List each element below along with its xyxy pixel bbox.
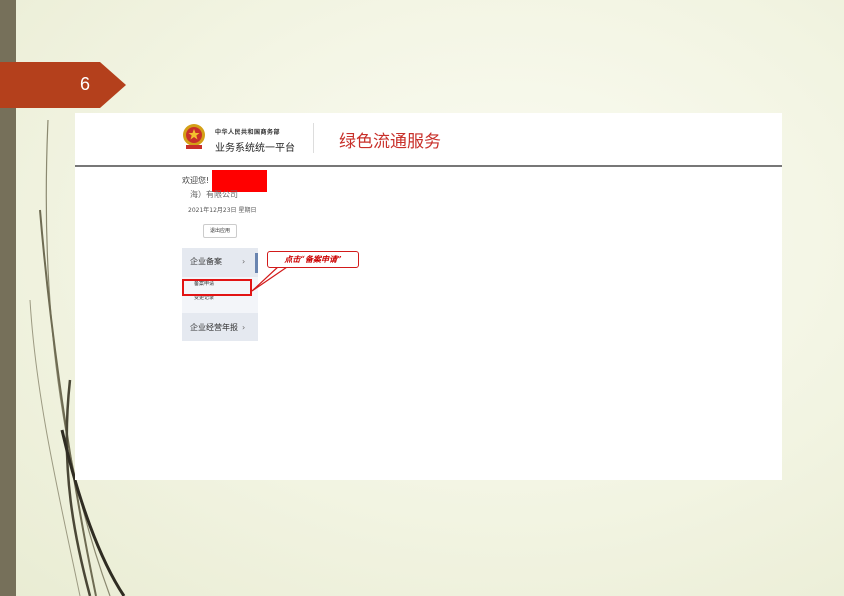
national-emblem-icon (183, 124, 205, 149)
header-divider (313, 123, 314, 153)
sidebar-item-enterprise-filing[interactable]: 企业备案 › (182, 250, 258, 274)
highlight-box (182, 279, 252, 296)
slide-number: 6 (80, 74, 91, 94)
header-bar: 中华人民共和国商务部 业务系统统一平台 绿色流通服务 (75, 113, 782, 167)
sidebar-item-label: 企业经营年报 (190, 323, 238, 332)
chevron-right-icon: › (242, 257, 246, 266)
slide-number-arrow (0, 62, 126, 108)
app-screenshot: 中华人民共和国商务部 业务系统统一平台 绿色流通服务 欢迎您! 海）有限公司 2… (75, 113, 782, 480)
sidebar-item-annual-report[interactable]: 企业经营年报 › (182, 316, 258, 340)
chevron-right-icon: › (242, 323, 246, 332)
current-date: 2021年12月23日 星期日 (188, 207, 257, 214)
company-name: 海）有限公司 (190, 190, 238, 199)
ministry-name: 中华人民共和国商务部 (215, 129, 281, 136)
active-indicator (255, 253, 258, 273)
service-title: 绿色流通服务 (339, 132, 441, 152)
welcome-text: 欢迎您! (182, 176, 210, 185)
platform-name: 业务系统统一平台 (215, 143, 295, 154)
callout-annotation: 点击“备案申请” (267, 251, 359, 268)
logout-button[interactable]: 退出应用 (203, 224, 237, 238)
sidebar-item-label: 企业备案 (190, 257, 222, 266)
